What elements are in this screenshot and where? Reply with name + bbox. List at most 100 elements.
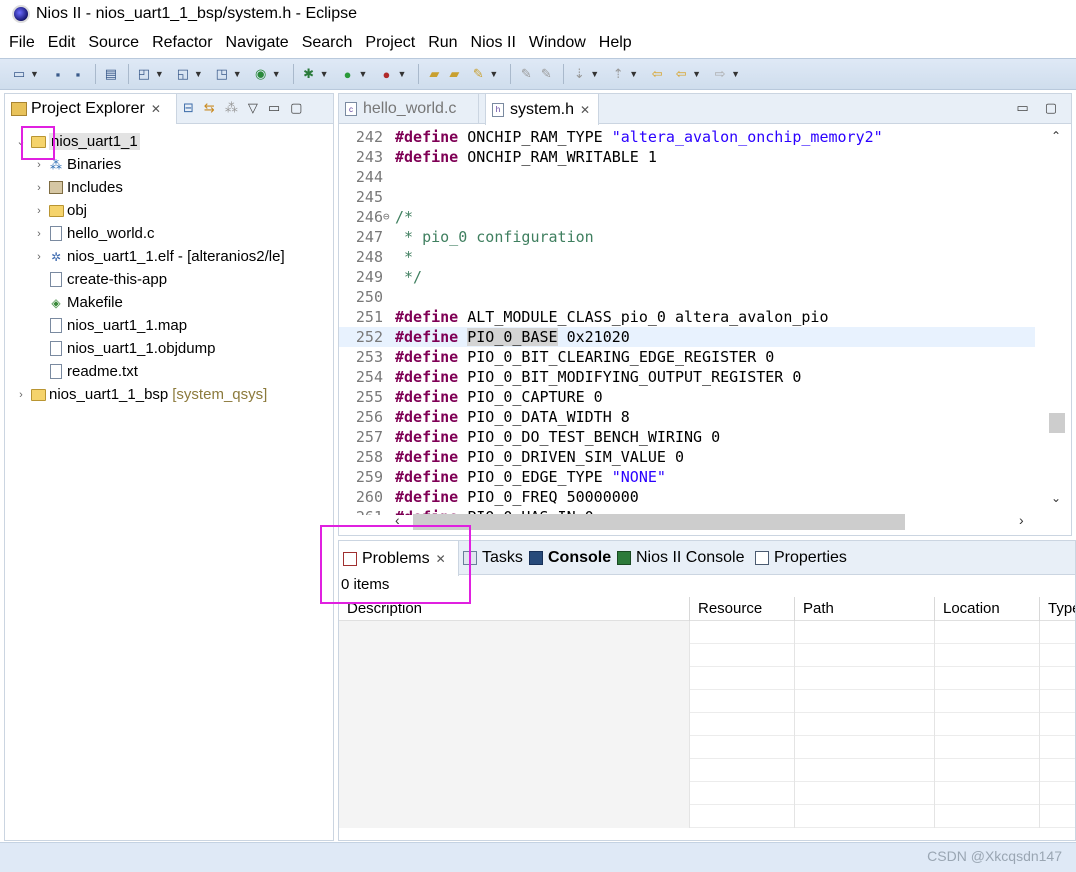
code-editor[interactable]: 242 #define ONCHIP_RAM_TYPE "altera_avalo…: [339, 127, 1035, 515]
menu-source[interactable]: Source: [88, 34, 139, 52]
new-class-icon[interactable]: ◉: [252, 65, 270, 83]
tree-item[interactable]: › hello_world.c: [5, 222, 333, 245]
edit-dropdown-icon[interactable]: ▼: [489, 69, 498, 79]
tab-console[interactable]: Console: [529, 541, 611, 575]
scroll-down-icon[interactable]: ⌄: [1051, 491, 1061, 505]
prev-annotation-icon[interactable]: ⇡: [609, 65, 627, 83]
filter-icon[interactable]: ⁂: [225, 100, 238, 116]
chevron-right-icon[interactable]: ›: [33, 182, 45, 194]
tab-properties[interactable]: Properties: [755, 541, 847, 575]
link-editor-icon[interactable]: ⇆: [204, 100, 215, 116]
column-location[interactable]: Location: [935, 597, 1040, 621]
next-annotation-icon[interactable]: ⇣: [570, 65, 588, 83]
run-dropdown-icon[interactable]: ▼: [359, 69, 368, 79]
code-line: 246 ⊖ /*: [339, 207, 1035, 227]
column-resource[interactable]: Resource: [690, 597, 795, 621]
new-project-dropdown-icon[interactable]: ▼: [155, 69, 164, 79]
new-folder-dropdown-icon[interactable]: ▼: [194, 69, 203, 79]
scroll-up-icon[interactable]: ⌃: [1051, 129, 1061, 143]
chevron-right-icon[interactable]: ›: [33, 159, 45, 171]
new-class-dropdown-icon[interactable]: ▼: [272, 69, 281, 79]
menu-window[interactable]: Window: [529, 34, 586, 52]
scroll-thumb[interactable]: [1049, 413, 1065, 433]
tab-system-h[interactable]: h system.h ✕: [485, 94, 599, 125]
tree-item[interactable]: › nios_uart1_1_bsp [system_qsys]: [5, 383, 333, 406]
maximize-icon[interactable]: ▢: [1045, 100, 1057, 116]
tree-item[interactable]: readme.txt: [5, 360, 333, 383]
scroll-right-icon[interactable]: ›: [1019, 512, 1024, 528]
binary-icon[interactable]: ▤: [102, 65, 120, 83]
external-tools-dropdown-icon[interactable]: ▼: [397, 69, 406, 79]
save-icon[interactable]: ▪: [49, 65, 67, 83]
debug-icon[interactable]: ✱: [300, 65, 318, 83]
next-annotation-dropdown-icon[interactable]: ▼: [590, 69, 599, 79]
close-icon[interactable]: ✕: [580, 103, 590, 117]
menu-refactor[interactable]: Refactor: [152, 34, 212, 52]
new-icon[interactable]: ▭: [10, 65, 28, 83]
menu-navigate[interactable]: Navigate: [226, 34, 289, 52]
chevron-right-icon[interactable]: ›: [33, 228, 45, 240]
tree-item[interactable]: › Includes: [5, 176, 333, 199]
menu-help[interactable]: Help: [599, 34, 632, 52]
open-type-icon[interactable]: ▰: [425, 65, 443, 83]
search-icon[interactable]: ▰: [445, 65, 463, 83]
editor-area: c hello_world.c h system.h ✕ ▭ ▢ 242 #def…: [338, 93, 1072, 536]
fold-toggle-icon[interactable]: ⊖: [383, 207, 390, 227]
forward-dropdown-icon[interactable]: ▼: [731, 69, 740, 79]
scroll-thumb[interactable]: [413, 514, 905, 530]
tree-item[interactable]: ◈ Makefile: [5, 291, 333, 314]
minimize-icon[interactable]: ▭: [268, 100, 280, 116]
chevron-right-icon[interactable]: ›: [15, 389, 27, 401]
line-number: 246: [355, 208, 383, 226]
minimize-icon[interactable]: ▭: [1016, 100, 1028, 116]
chevron-right-icon[interactable]: ›: [33, 205, 45, 217]
new-file-icon[interactable]: ◳: [213, 65, 231, 83]
pen-icon[interactable]: ✎: [517, 65, 535, 83]
back-dropdown-icon[interactable]: ▼: [692, 69, 701, 79]
prev-annotation-dropdown-icon[interactable]: ▼: [629, 69, 638, 79]
new-file-dropdown-icon[interactable]: ▼: [233, 69, 242, 79]
menu-bar: File Edit Source Refactor Navigate Searc…: [0, 30, 1076, 56]
maximize-icon[interactable]: ▢: [290, 100, 302, 116]
collapse-all-icon[interactable]: ⊟: [183, 100, 194, 116]
tree-item[interactable]: nios_uart1_1.map: [5, 314, 333, 337]
menu-file[interactable]: File: [9, 34, 35, 52]
edit-icon[interactable]: ✎: [469, 65, 487, 83]
close-icon[interactable]: ✕: [151, 102, 161, 116]
tab-project-explorer[interactable]: Project Explorer ✕: [5, 94, 177, 124]
last-edit-icon[interactable]: ⇦: [648, 65, 666, 83]
new-project-icon[interactable]: ◰: [135, 65, 153, 83]
run-icon[interactable]: ●: [339, 65, 357, 83]
menu-project[interactable]: Project: [365, 34, 415, 52]
horizontal-scrollbar[interactable]: ‹ ›: [395, 512, 1035, 531]
menu-edit[interactable]: Edit: [48, 34, 76, 52]
forward-icon[interactable]: ⇨: [711, 65, 729, 83]
tab-hello-world-c[interactable]: c hello_world.c: [339, 94, 479, 124]
chevron-right-icon[interactable]: ›: [33, 251, 45, 263]
view-menu-icon[interactable]: ▽: [248, 100, 258, 116]
code-text: #define ALT_MODULE_CLASS_pio_0 altera_av…: [395, 307, 828, 327]
tree-item[interactable]: create-this-app: [5, 268, 333, 291]
debug-dropdown-icon[interactable]: ▼: [320, 69, 329, 79]
save-all-icon[interactable]: ▪: [69, 65, 87, 83]
code-text: #define PIO_0_EDGE_TYPE "NONE": [395, 467, 666, 487]
tree-item[interactable]: nios_uart1_1.objdump: [5, 337, 333, 360]
menu-nios-ii[interactable]: Nios II: [471, 34, 516, 52]
menu-run[interactable]: Run: [428, 34, 457, 52]
external-tools-icon[interactable]: ●: [377, 65, 395, 83]
tab-nios-ii-console[interactable]: Nios II Console: [617, 541, 745, 575]
tree-item[interactable]: › obj: [5, 199, 333, 222]
tree-item[interactable]: › ✲ nios_uart1_1.elf - [alteranios2/le]: [5, 245, 333, 268]
column-type[interactable]: Type: [1040, 597, 1075, 621]
annotation-icon[interactable]: ✎: [537, 65, 555, 83]
table-row: [339, 667, 1075, 690]
column-path[interactable]: Path: [795, 597, 935, 621]
vertical-scrollbar[interactable]: ⌃ ⌄: [1047, 127, 1067, 515]
new-folder-icon[interactable]: ◱: [174, 65, 192, 83]
back-icon[interactable]: ⇦: [672, 65, 690, 83]
table-cell: [935, 667, 1040, 690]
line-number: 242: [355, 128, 383, 146]
menu-search[interactable]: Search: [302, 34, 353, 52]
new-dropdown-icon[interactable]: ▼: [30, 69, 39, 79]
